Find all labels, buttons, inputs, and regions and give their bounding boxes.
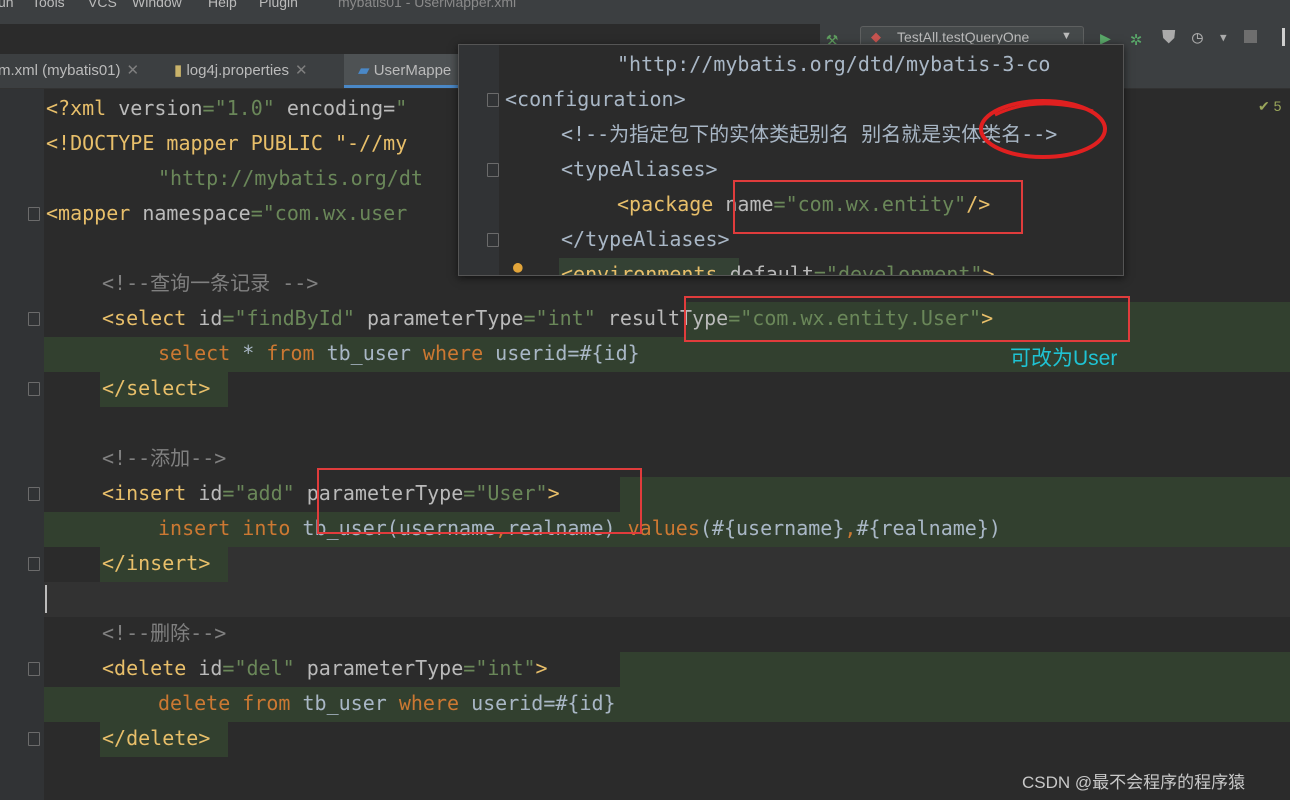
- toolbar-edge-icon: [1282, 28, 1285, 46]
- tag-highlight: [620, 652, 1290, 687]
- code-line-insert-close[interactable]: </insert>: [102, 546, 210, 581]
- annotation-box-package: [733, 180, 1023, 234]
- watermark: CSDN @最不会程序的程序猿: [1022, 773, 1246, 792]
- properties-file-icon: ▮: [174, 62, 183, 79]
- annotation-box-parametertype: [317, 468, 642, 534]
- editor-gutter: [0, 89, 44, 800]
- fold-marker-icon[interactable]: [487, 233, 499, 247]
- close-icon[interactable]: ✕: [295, 62, 308, 79]
- fold-marker-icon[interactable]: [28, 557, 40, 571]
- config-preview-popup: "http://mybatis.org/dtd/mybatis-3-co <co…: [458, 44, 1124, 276]
- xml-file-icon: ▰: [358, 62, 370, 79]
- fold-marker-icon[interactable]: [28, 487, 40, 501]
- annotation-box-resulttype: [684, 296, 1130, 342]
- code-line-select-sql[interactable]: select * from tb_user where userid=#{id}: [158, 336, 640, 371]
- warnings-count: 5: [1273, 98, 1282, 114]
- fold-marker-icon[interactable]: [487, 93, 499, 107]
- current-line-highlight: [44, 582, 1290, 617]
- code-line-delete-sql[interactable]: delete from tb_user where userid=#{id}: [158, 686, 616, 721]
- close-icon[interactable]: ✕: [127, 62, 140, 79]
- tab-mybatis-config[interactable]: m.xml (mybatis01) ✕: [0, 54, 139, 88]
- run-config-label: TestAll.testQueryOne: [897, 29, 1030, 45]
- chevron-down-icon: ▼: [1061, 30, 1072, 42]
- tag-highlight: [620, 477, 1290, 512]
- window-title: mybatis01 - UserMapper.xml: [338, 0, 517, 10]
- check-icon: ✔: [1258, 98, 1270, 114]
- run-config-icon: ◆: [871, 29, 881, 44]
- lightbulb-icon[interactable]: ●: [513, 257, 523, 275]
- inspection-warnings[interactable]: ✔ 5: [1258, 98, 1281, 115]
- tab-label: log4j.properties: [186, 62, 289, 79]
- popup-dtd-line: "http://mybatis.org/dtd/mybatis-3-co: [617, 52, 1051, 76]
- code-line-delete-close[interactable]: </delete>: [102, 721, 210, 756]
- popup-environments-line: <environments default="development">: [561, 262, 995, 276]
- tab-log4j-properties[interactable]: ▮ log4j.properties ✕: [174, 54, 308, 88]
- fold-marker-icon[interactable]: [28, 732, 40, 746]
- code-line-delete-open[interactable]: <delete id="del" parameterType="int">: [102, 651, 548, 686]
- code-comment-select[interactable]: <!--查询一条记录 -->: [102, 266, 318, 301]
- code-line-mapper-open[interactable]: <mapper namespace="com.wx.user: [46, 196, 407, 231]
- menu-window[interactable]: Window: [132, 0, 182, 10]
- tab-label: UserMappe: [373, 62, 452, 79]
- menu-run[interactable]: un: [0, 0, 14, 10]
- popup-typealiases-open: <typeAliases>: [561, 157, 718, 181]
- annotation-circle: [979, 99, 1107, 159]
- code-comment-del[interactable]: <!--删除-->: [102, 616, 226, 651]
- code-comment-add[interactable]: <!--添加-->: [102, 441, 226, 476]
- code-line-doctype[interactable]: <!DOCTYPE mapper PUBLIC "-//my: [46, 126, 407, 161]
- popup-typealiases-close: </typeAliases>: [561, 227, 730, 251]
- code-line-select-close[interactable]: </select>: [102, 371, 210, 406]
- menu-bar: un Tools VCS Window Help Plugin mybatis0…: [0, 0, 1290, 24]
- code-line-dtd-url[interactable]: "http://mybatis.org/dt: [158, 161, 423, 196]
- annotation-note: 可改为User: [1010, 347, 1118, 370]
- fold-marker-icon[interactable]: [28, 382, 40, 396]
- debug-bug-icon[interactable]: ✲: [1130, 26, 1142, 50]
- popup-configuration-open: <configuration>: [505, 87, 686, 111]
- fold-marker-icon[interactable]: [28, 207, 40, 221]
- tab-label: m.xml (mybatis01): [0, 62, 121, 79]
- menu-vcs[interactable]: VCS: [88, 0, 117, 10]
- fold-marker-icon[interactable]: [487, 163, 499, 177]
- menu-help[interactable]: Help: [208, 0, 237, 10]
- menu-plugin[interactable]: Plugin: [259, 0, 298, 10]
- caret-row-highlight: [228, 547, 1290, 582]
- profiler-icon[interactable]: ◷: [1192, 27, 1203, 48]
- fold-marker-icon[interactable]: [28, 662, 40, 676]
- stop-icon[interactable]: [1244, 30, 1257, 43]
- more-run-chevron-icon[interactable]: ▼: [1220, 31, 1227, 44]
- text-caret: [45, 585, 47, 613]
- code-line-xml-declaration[interactable]: <?xml version="1.0" encoding=": [46, 91, 407, 126]
- menu-tools[interactable]: Tools: [32, 0, 65, 10]
- fold-marker-icon[interactable]: [28, 312, 40, 326]
- coverage-shield-icon[interactable]: ⛊: [1162, 27, 1176, 48]
